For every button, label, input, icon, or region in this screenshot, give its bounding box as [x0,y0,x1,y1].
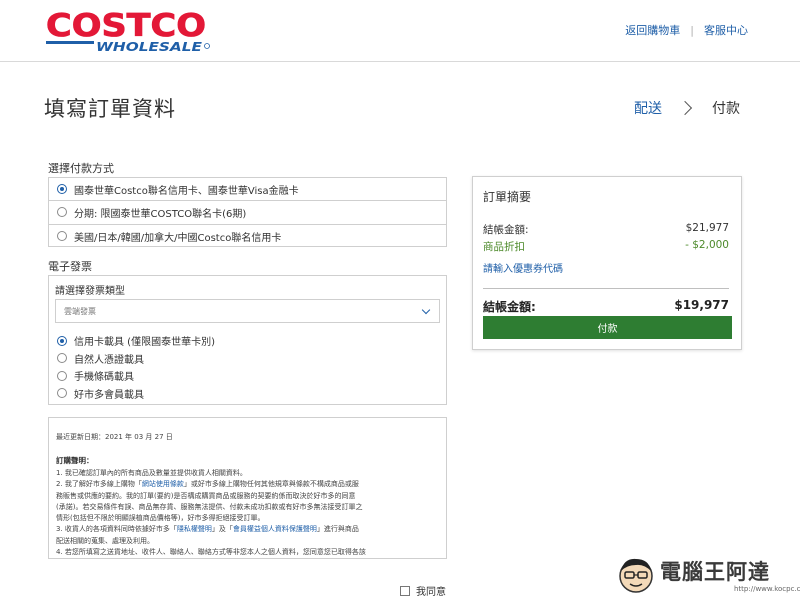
summary-divider [483,288,729,289]
invoice-type-label: 請選擇發票類型 [55,286,125,297]
chevron-down-icon [421,305,431,315]
terms-line: 1. 我已確認訂單內的所有商品及數量並提供收貨人相關資料。 [56,469,247,477]
privacy-statement-link[interactable]: 隱私權聲明 [177,525,212,533]
carrier-option-label: 自然人憑證載具 [74,354,144,366]
terms-line: (承諾)。若交易條件有誤、商品無存貨、服務無法提供、付款未成功扣款或有好市多無法… [56,502,363,511]
carrier-option-mobile-barcode[interactable]: 手機條碼載具 [57,367,215,385]
terms-line: 2. 我了解好市多線上購物「網站使用條款」或好市多線上購物任何其他規章與條款不構… [56,480,359,489]
carrier-option-credit-card[interactable]: 信用卡載具 (僅限國泰世華卡別) [57,332,215,350]
chevron-right-icon [677,100,693,116]
total-label: 結帳金額: [483,300,536,314]
step-payment-current: 付款 [712,101,740,117]
back-to-cart-link[interactable]: 返回購物車 [625,22,680,38]
logo-costco-text: COSTCO [46,8,206,44]
radio-unchecked-icon[interactable] [57,388,67,399]
terms-heading: 訂購聲明： [56,456,94,465]
terms-line: 務販售或供應的要約。我的訂單(要約)是否構成購買商品或服務的契要約係而取決於好市… [56,491,356,500]
payment-method-label: 選擇付款方式 [48,162,114,175]
carrier-option-label: 好市多會員載具 [74,389,144,401]
watermark-text: 電腦王阿達 [660,560,770,584]
invoice-select-value: 雲端發票 [64,306,96,316]
customer-service-link[interactable]: 客服中心 [704,22,748,38]
payment-option-label: 國泰世華Costco聯名信用卡、國泰世華Visa金融卡 [74,185,299,197]
radio-unchecked-icon[interactable] [57,370,67,381]
payment-option-installment[interactable]: 分期: 限國泰世華COSTCO聯名卡(6期) [49,201,446,225]
invoice-type-select[interactable]: 雲端發票 [55,299,440,323]
order-summary-panel: 訂單摘要 結帳金額: $21,977 商品折扣 - $2,000 請輸入優惠券代… [472,176,742,350]
payment-option-label: 美國/日本/韓國/加拿大/中國Costco聯名信用卡 [74,232,282,244]
order-summary-title: 訂單摘要 [483,190,532,204]
site-terms-link[interactable]: 網站使用條款 [142,480,184,488]
carrier-option-member[interactable]: 好市多會員載具 [57,385,215,403]
payment-option-international[interactable]: 美國/日本/韓國/加拿大/中國Costco聯名信用卡 [49,225,446,248]
step-delivery-link[interactable]: 配送 [634,98,662,118]
discount-label: 商品折扣 [483,241,525,253]
costco-logo[interactable]: COSTCO WHOLESALE [44,8,212,54]
subtotal-value: $21,977 [685,222,729,234]
mascot-face-icon [619,558,653,593]
terms-line: 情形(包括但不限於明顯誤植商品價格等)，好市多得拒絕接受訂單。 [56,514,265,523]
discount-row: 商品折扣 - $2,000 [483,239,729,254]
terms-updated-date: 最近更新日期：2021 年 03 月 27 日 [56,433,173,441]
total-row: 結帳金額: $19,977 [483,298,729,315]
radio-unchecked-icon[interactable] [57,231,67,242]
logo-wholesale-text: WHOLESALE [96,40,203,54]
subtotal-label: 結帳金額: [483,224,529,236]
agree-checkbox[interactable] [400,585,410,596]
carrier-option-label: 信用卡載具 (僅限國泰世華卡別) [74,337,215,349]
e-invoice-label: 電子發票 [48,260,92,273]
carrier-option-citizen-cert[interactable]: 自然人憑證載具 [57,350,215,368]
coupon-code-link[interactable]: 請輸入優惠券代碼 [483,260,563,275]
agree-checkbox-row[interactable]: 我同意 [400,583,446,598]
invoice-carrier-options: 信用卡載具 (僅限國泰世華卡別) 自然人憑證載具 手機條碼載具 好市多會員載具 [57,332,215,402]
e-invoice-panel: 請選擇發票類型 雲端發票 信用卡載具 (僅限國泰世華卡別) 自然人憑證載具 手機… [48,275,447,405]
total-value: $19,977 [674,298,729,312]
radio-unchecked-icon[interactable] [57,207,67,218]
payment-option-cathay[interactable]: 國泰世華Costco聯名信用卡、國泰世華Visa金融卡 [49,178,446,202]
discount-value: - $2,000 [685,239,729,251]
checkout-steps: 配送 付款 [634,98,740,118]
site-header: COSTCO WHOLESALE 返回購物車 | 客服中心 [0,0,800,62]
watermark-url: http://www.kocpc.com.tw [734,585,800,593]
terms-scroll-box[interactable]: 最近更新日期：2021 年 03 月 27 日 訂購聲明： 1. 我已確認訂單內… [48,417,447,559]
terms-line: 3. 收貨人的各項資料同時依據好市多「隱私權聲明」及「會員權益個人資料保護聲明」… [56,525,359,534]
terms-line: 配送相關的蒐集、處理及利用。 [56,536,154,545]
member-data-protection-link[interactable]: 會員權益個人資料保護聲明 [233,525,317,533]
radio-checked-icon[interactable] [57,184,67,195]
payment-option-label: 分期: 限國泰世華COSTCO聯名卡(6期) [74,208,247,220]
radio-unchecked-icon[interactable] [57,353,67,364]
kocpc-watermark: 電腦王阿達 http://www.kocpc.com.tw [616,555,800,600]
subtotal-row: 結帳金額: $21,977 [483,222,729,237]
carrier-option-label: 手機條碼載具 [74,372,134,384]
agree-label: 我同意 [416,587,446,598]
radio-checked-icon[interactable] [57,335,67,346]
link-separator: | [690,23,694,37]
top-nav-links: 返回購物車 | 客服中心 [625,22,748,38]
pay-button[interactable]: 付款 [483,316,732,339]
page-title: 填寫訂單資料 [44,97,176,121]
payment-options: 國泰世華Costco聯名信用卡、國泰世華Visa金融卡 分期: 限國泰世華COS… [48,177,447,247]
terms-line: 4. 若您所填寫之送貨地址、收件人、聯絡人、聯絡方式等非您本人之個人資料，您同意… [56,548,366,557]
